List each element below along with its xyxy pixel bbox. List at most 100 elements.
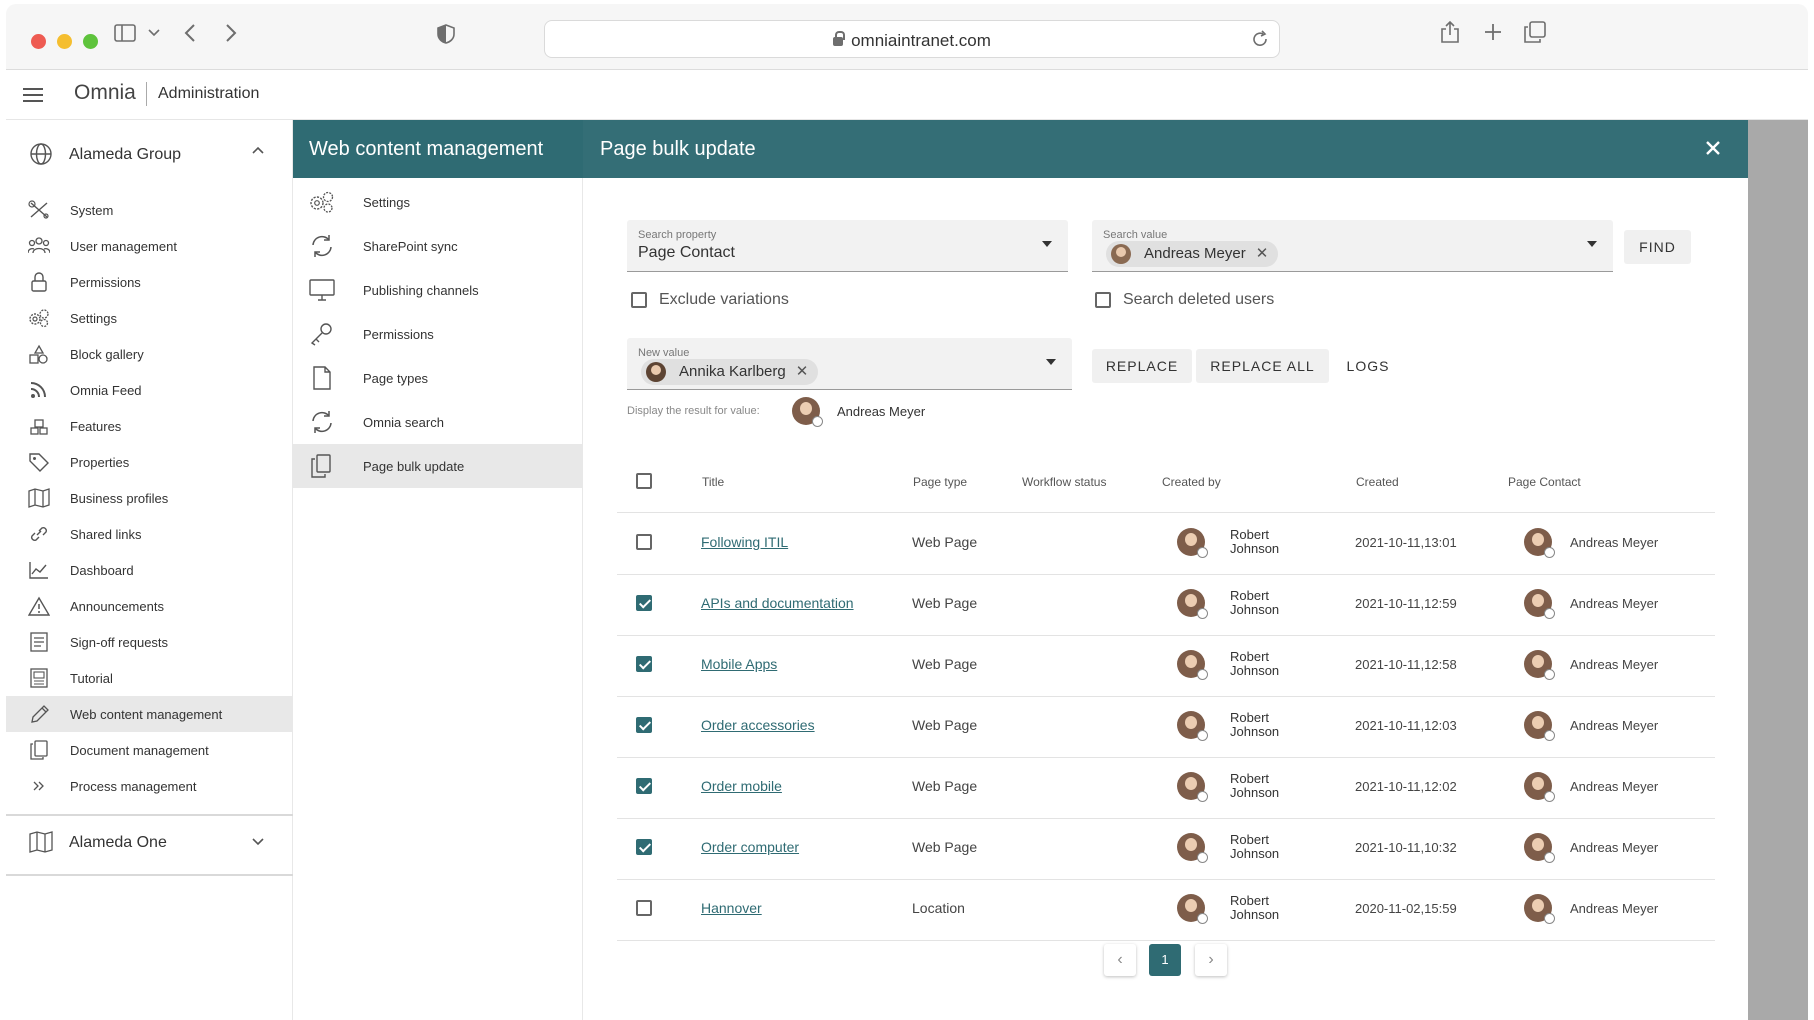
new-tab-icon[interactable] <box>1484 23 1502 41</box>
search-value-select[interactable]: Search value Andreas Meyer ✕ <box>1092 220 1613 272</box>
find-button[interactable]: FIND <box>1624 230 1691 264</box>
sidebar-item-omnia-feed[interactable]: Omnia Feed <box>6 372 293 408</box>
dropdown-arrow-icon[interactable] <box>1587 241 1597 247</box>
sidebar-item-system[interactable]: System <box>6 192 293 228</box>
replace-all-button[interactable]: REPLACE ALL <box>1196 349 1329 383</box>
created-date-cell: 2021-10-11,12:58 <box>1355 657 1457 672</box>
wcm-item-page-bulk-update[interactable]: Page bulk update <box>293 444 583 488</box>
sidebar-item-settings[interactable]: Settings <box>6 300 293 336</box>
page-title-link[interactable]: Order computer <box>701 839 799 855</box>
tag-icon <box>29 453 49 472</box>
sidebar-item-label: Omnia Feed <box>70 383 142 398</box>
minimize-window-button[interactable] <box>57 34 72 49</box>
row-checkbox[interactable] <box>636 595 652 611</box>
search-property-select[interactable]: Search property Page Contact <box>627 220 1068 272</box>
previous-page-button[interactable]: ‹ <box>1104 944 1136 976</box>
sidebar-item-block-gallery[interactable]: Block gallery <box>6 336 293 372</box>
page-title-link[interactable]: Mobile Apps <box>701 656 777 672</box>
sidebar-item-user-management[interactable]: User management <box>6 228 293 264</box>
tabs-overview-icon[interactable] <box>1524 21 1546 43</box>
tenant-group-header-2[interactable]: Alameda One <box>6 816 293 868</box>
row-checkbox[interactable] <box>636 534 652 550</box>
back-icon[interactable] <box>184 23 196 43</box>
maximize-window-button[interactable] <box>83 34 98 49</box>
avatar <box>792 397 823 427</box>
list-icon <box>30 632 48 652</box>
page-title-link[interactable]: Hannover <box>701 900 762 916</box>
avatar <box>646 362 666 382</box>
sidebar-toggle-icon[interactable] <box>114 24 136 42</box>
user-chip[interactable]: Annika Karlberg ✕ <box>641 359 819 385</box>
row-checkbox[interactable] <box>636 656 652 672</box>
share-icon[interactable] <box>1440 20 1460 44</box>
replace-button[interactable]: REPLACE <box>1092 349 1192 383</box>
wcm-item-publishing-channels[interactable]: Publishing channels <box>293 268 583 312</box>
menu-icon[interactable] <box>23 88 43 102</box>
tenant-group-header[interactable]: Alameda Group <box>6 120 293 184</box>
sidebar-item-process-management[interactable]: Process management <box>6 768 293 804</box>
avatar <box>1177 589 1208 619</box>
table-row-divider <box>617 574 1715 575</box>
new-value-select[interactable]: New value Annika Karlberg ✕ <box>627 338 1072 390</box>
avatar <box>1177 833 1208 863</box>
row-checkbox[interactable] <box>636 839 652 855</box>
column-header-page-contact[interactable]: Page Contact <box>1508 475 1581 489</box>
created-by-cell: Robert Johnson <box>1230 528 1279 556</box>
row-checkbox[interactable] <box>636 900 652 916</box>
sidebar-item-tutorial[interactable]: Tutorial <box>6 660 293 696</box>
column-header-title[interactable]: Title <box>702 475 724 489</box>
sidebar-item-shared-links[interactable]: Shared links <box>6 516 293 552</box>
exclude-variations-checkbox[interactable] <box>631 292 647 308</box>
sidebar-item-dashboard[interactable]: Dashboard <box>6 552 293 588</box>
field-value: Page Contact <box>638 244 735 261</box>
sidebar-item-sign-off-requests[interactable]: Sign-off requests <box>6 624 293 660</box>
next-page-button[interactable]: › <box>1195 944 1227 976</box>
dropdown-arrow-icon[interactable] <box>1046 359 1056 365</box>
chevron-down-icon[interactable] <box>252 838 264 846</box>
logs-button[interactable]: LOGS <box>1338 349 1398 383</box>
wcm-title: Web content management <box>309 138 544 160</box>
page-title-link[interactable]: Order mobile <box>701 778 782 794</box>
address-bar[interactable]: omniaintranet.com <box>544 20 1280 58</box>
user-chip[interactable]: Andreas Meyer ✕ <box>1106 241 1279 267</box>
select-all-checkbox[interactable] <box>636 473 652 489</box>
column-header-created-by[interactable]: Created by <box>1162 475 1221 489</box>
row-checkbox[interactable] <box>636 717 652 733</box>
chevron-down-icon[interactable] <box>148 29 160 37</box>
sidebar-item-features[interactable]: Features <box>6 408 293 444</box>
gears-icon <box>29 309 49 328</box>
forward-icon[interactable] <box>225 23 237 43</box>
page-title-link[interactable]: Order accessories <box>701 717 815 733</box>
page-title-link[interactable]: APIs and documentation <box>701 595 854 611</box>
close-window-button[interactable] <box>31 34 46 49</box>
created-by-first-name: Robert <box>1230 588 1270 603</box>
close-icon[interactable] <box>1699 134 1727 162</box>
current-page-button[interactable]: 1 <box>1149 944 1181 976</box>
avatar <box>1524 589 1555 619</box>
sidebar-item-document-management[interactable]: Document management <box>6 732 293 768</box>
created-date-cell: 2021-10-11,10:32 <box>1355 840 1457 855</box>
remove-chip-icon[interactable]: ✕ <box>796 363 809 380</box>
wcm-item-omnia-search[interactable]: Omnia search <box>293 400 583 444</box>
dropdown-arrow-icon[interactable] <box>1042 241 1052 247</box>
column-header-created[interactable]: Created <box>1356 475 1399 489</box>
column-header-page-type[interactable]: Page type <box>913 475 967 489</box>
chevron-up-icon[interactable] <box>252 146 264 154</box>
row-checkbox[interactable] <box>636 778 652 794</box>
brand-name[interactable]: Omnia <box>74 81 136 105</box>
sidebar-item-permissions[interactable]: Permissions <box>6 264 293 300</box>
wcm-item-sharepoint-sync[interactable]: SharePoint sync <box>293 224 583 268</box>
wcm-item-permissions[interactable]: Permissions <box>293 312 583 356</box>
wcm-item-page-types[interactable]: Page types <box>293 356 583 400</box>
reload-icon[interactable] <box>1251 30 1269 48</box>
sidebar-item-properties[interactable]: Properties <box>6 444 293 480</box>
remove-chip-icon[interactable]: ✕ <box>1256 245 1269 262</box>
sidebar-item-web-content-management[interactable]: Web content management <box>6 696 293 732</box>
search-deleted-users-checkbox[interactable] <box>1095 292 1111 308</box>
sidebar-item-business-profiles[interactable]: Business profiles <box>6 480 293 516</box>
page-title-link[interactable]: Following ITIL <box>701 534 788 550</box>
shield-icon[interactable] <box>437 24 455 44</box>
column-header-workflow-status[interactable]: Workflow status <box>1022 475 1106 489</box>
wcm-item-settings[interactable]: Settings <box>293 180 583 224</box>
sidebar-item-announcements[interactable]: Announcements <box>6 588 293 624</box>
